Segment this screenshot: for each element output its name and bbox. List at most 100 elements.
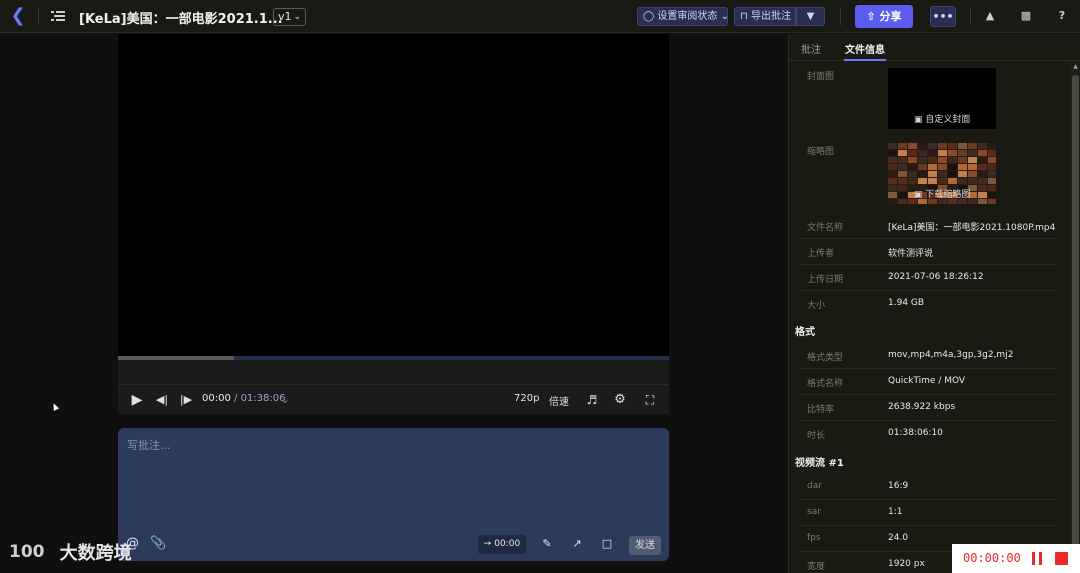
- image-icon: ▣: [914, 115, 923, 125]
- info-value: mov,mp4,m4a,3gp,3g2,mj2: [888, 350, 1014, 360]
- info-value: 01:38:06:10: [888, 428, 943, 438]
- comment-box[interactable]: 写批注... @ 📎 ➙ 00:00 ✎ ↗ □ 发送: [118, 428, 669, 561]
- info-key: 上传者: [807, 249, 835, 259]
- thumbnail-frame: [978, 178, 987, 184]
- thumbnail-sprite[interactable]: ▣ 下载缩略图: [888, 143, 996, 204]
- video-canvas[interactable]: [118, 34, 669, 356]
- help-icon[interactable]: ?: [1054, 8, 1070, 24]
- review-status-label: 设置审阅状态: [657, 11, 718, 22]
- comment-timestamp-button[interactable]: ➙ 00:00: [478, 535, 526, 554]
- scrollbar-thumb[interactable]: [1072, 75, 1079, 573]
- attachment-icon[interactable]: 📎: [150, 536, 166, 551]
- pen-icon[interactable]: ✎: [539, 536, 555, 552]
- thumbnail-frame: [988, 143, 996, 149]
- thumbnail-frame: [918, 164, 927, 170]
- current-time: 00:00: [202, 393, 231, 404]
- info-key: 文件名称: [807, 223, 844, 233]
- thumbnail-frame: [978, 157, 987, 163]
- review-status-button[interactable]: ◯ 设置审阅状态 ⌄: [637, 7, 729, 26]
- version-select[interactable]: v1 ⌄: [273, 8, 306, 26]
- review-status-icon: ◯: [643, 11, 655, 22]
- thumbnail-frame: [988, 171, 996, 177]
- thumbnail-frame: [948, 178, 957, 184]
- keyboard-icon[interactable]: ▩: [1018, 8, 1034, 24]
- download-thumbnail-button[interactable]: ▣ 下载缩略图: [914, 187, 970, 200]
- version-label: v1: [278, 10, 292, 23]
- info-value: 1:1: [888, 507, 903, 517]
- thumbnail-frame: [938, 143, 947, 149]
- thumbnail-frame: [988, 199, 996, 204]
- thumbnail-frame: [928, 157, 937, 163]
- thumbnail-frame: [968, 150, 977, 156]
- share-button[interactable]: ⇧ 分享: [855, 5, 913, 28]
- thumbnail-frame: [898, 164, 907, 170]
- export-comments-button[interactable]: ⊓ 导出批注: [734, 7, 796, 26]
- video-row-dar: dar 16:9: [799, 474, 1056, 500]
- format-row-bitrate: 比特率 2638.922 kbps: [799, 395, 1056, 421]
- thumbnail-label: 缩略图: [807, 147, 835, 157]
- thumbnail-frame: [898, 185, 907, 191]
- info-key: 格式名称: [807, 379, 844, 389]
- fullscreen-icon[interactable]: ⛶: [642, 392, 658, 408]
- comment-timestamp: 00:00: [494, 539, 521, 549]
- stop-icon[interactable]: [1055, 552, 1068, 565]
- more-button[interactable]: •••: [930, 6, 956, 27]
- pause-icon[interactable]: [1031, 552, 1043, 565]
- thumbnail-frame: [898, 150, 907, 156]
- export-comments-label: 导出批注: [751, 11, 791, 22]
- export-dropdown-button[interactable]: ▼: [796, 7, 825, 26]
- recorder-time: 00:00:00: [963, 551, 1021, 565]
- send-button[interactable]: 发送: [629, 536, 661, 555]
- thumbnail-frame: [958, 178, 967, 184]
- play-icon[interactable]: ▶: [129, 392, 145, 408]
- settings-icon[interactable]: ⚙: [612, 392, 628, 408]
- previous-frame-icon[interactable]: ◀|: [155, 392, 169, 408]
- video-row-sar: sar 1:1: [799, 500, 1056, 526]
- divider: [970, 8, 971, 25]
- thumbnail-frame: [978, 164, 987, 170]
- custom-cover-button[interactable]: ▣ 自定义封面: [914, 112, 970, 125]
- volume-icon[interactable]: ♬: [584, 392, 600, 408]
- info-key: 比特率: [807, 405, 835, 415]
- cover-image[interactable]: ▣ 自定义封面: [888, 68, 996, 129]
- thumbnail-frame: [988, 164, 996, 170]
- thumbnail-frame: [908, 143, 917, 149]
- watermark-mark: 100: [9, 542, 45, 562]
- quality-button[interactable]: 720p: [514, 393, 539, 404]
- thumbnail-frame: [888, 157, 897, 163]
- info-panel: 批注 文件信息 ▲ 封面图 ▣ 自定义封面 缩略图 ▣ 下载缩略图 文件名称 […: [788, 34, 1080, 573]
- thumbnail-frame: [888, 143, 897, 149]
- thumbnail-frame: [958, 164, 967, 170]
- info-key: 上传日期: [807, 275, 844, 285]
- chevron-down-icon: ⌄: [720, 11, 729, 22]
- panel-scrollbar[interactable]: ▲: [1070, 61, 1080, 573]
- info-value: 1920 px: [888, 559, 925, 569]
- thumbnail-frame: [908, 178, 917, 184]
- file-list-icon[interactable]: [51, 9, 65, 23]
- thumbnail-frame: [908, 150, 917, 156]
- info-row-uploader: 上传者 软件测评说: [799, 239, 1056, 265]
- info-value: 24.0: [888, 533, 909, 543]
- bell-icon[interactable]: ▲: [982, 8, 998, 24]
- thumbnail-frame: [978, 143, 987, 149]
- thumbnail-frame: [948, 150, 957, 156]
- thumbnail-frame: [978, 199, 987, 204]
- chevron-down-icon[interactable]: ⌄: [279, 392, 291, 408]
- comment-placeholder[interactable]: 写批注...: [127, 437, 171, 453]
- thumbnail-frame: [958, 150, 967, 156]
- thumbnail-frame: [888, 178, 897, 184]
- tab-file-info[interactable]: 文件信息: [845, 41, 885, 56]
- speed-button[interactable]: 倍速: [549, 393, 569, 408]
- thumbnail-frame: [958, 157, 967, 163]
- rectangle-icon[interactable]: □: [599, 536, 615, 552]
- image-icon: ▣: [914, 190, 923, 200]
- arrow-icon[interactable]: ↗: [569, 536, 585, 552]
- next-frame-icon[interactable]: |▶: [179, 392, 193, 408]
- thumbnail-frame: [928, 164, 937, 170]
- scroll-up-icon[interactable]: ▲: [1070, 63, 1080, 71]
- tab-comments[interactable]: 批注: [801, 41, 821, 56]
- back-icon[interactable]: ❮: [8, 6, 28, 26]
- thumbnail-frame: [908, 171, 917, 177]
- thumbnail-frame: [918, 171, 927, 177]
- info-row-size: 大小 1.94 GB: [799, 291, 1056, 317]
